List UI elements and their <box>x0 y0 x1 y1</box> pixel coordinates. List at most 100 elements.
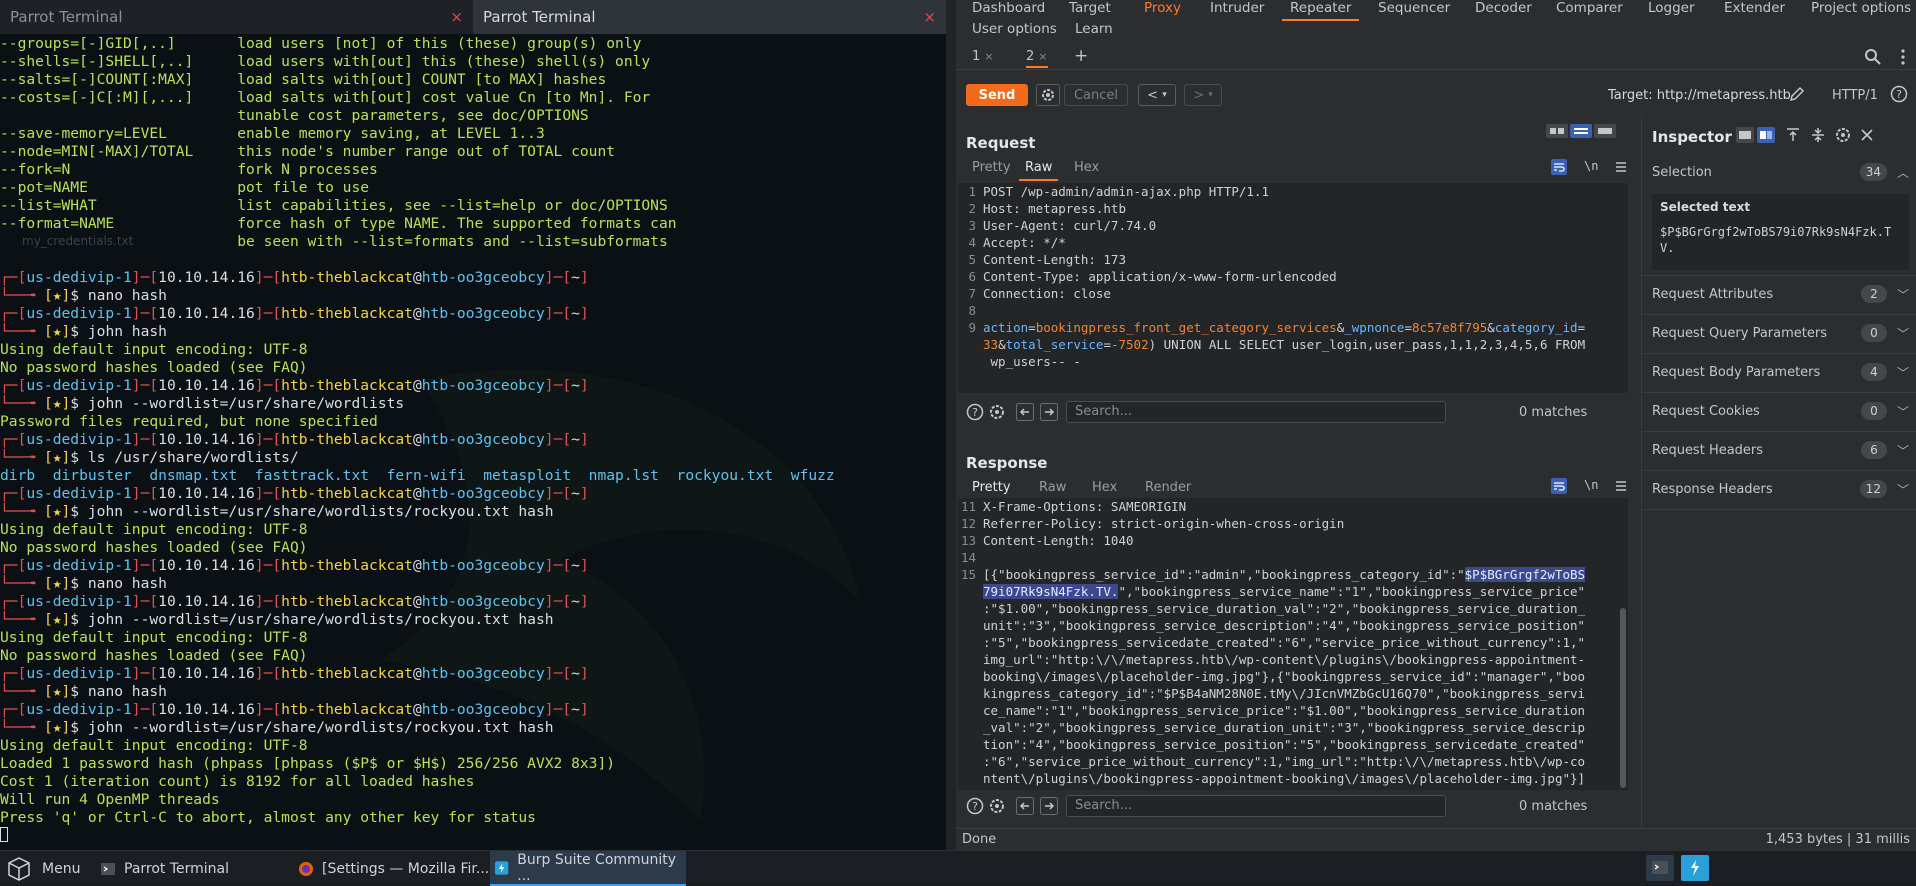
request-panel: Request Pretty Raw Hex \n 1 2 3 4 5 6 7 8 9 POST… <box>956 118 1641 430</box>
layout-view-icon <box>1546 124 1616 138</box>
request-search-input[interactable]: Search... <box>1066 401 1446 423</box>
layout-toggle[interactable] <box>1546 122 1636 140</box>
chevron-down-icon[interactable]: ﹀ <box>1897 364 1909 381</box>
response-tab-hex[interactable]: Hex <box>1092 480 1117 495</box>
tray-terminal-icon[interactable] <box>1646 855 1674 881</box>
gear-icon[interactable] <box>1834 126 1852 144</box>
history-forward-button[interactable]: > ▾ <box>1184 84 1222 106</box>
inspector-request-attributes[interactable]: Request Attributes 2 ﹀ <box>1642 275 1916 314</box>
pane-splitter[interactable] <box>946 0 956 850</box>
status-bar: Done 1,453 bytes | 31 millis <box>956 828 1916 850</box>
tab-intruder[interactable]: Intruder <box>1210 0 1264 16</box>
terminal-text: No password hashes loaded (see FAQ) <box>0 647 308 664</box>
tray-burp-icon[interactable] <box>1681 855 1709 881</box>
collapse-all-icon[interactable] <box>1809 126 1827 144</box>
inspector-request-query-parameters[interactable]: Request Query Parameters 0 ﹀ <box>1642 314 1916 353</box>
terminal-text: htb-theblackcat <box>281 377 413 394</box>
request-tab-raw[interactable]: Raw <box>1018 160 1059 181</box>
search-icon[interactable] <box>1864 48 1882 66</box>
pencil-icon[interactable] <box>1788 85 1806 103</box>
layout-toggle-icon[interactable] <box>1736 126 1776 144</box>
taskbar-item-label: [Settings — Mozilla Fir... <box>322 860 490 877</box>
tab-dashboard[interactable]: Dashboard <box>972 0 1045 16</box>
response-search-input[interactable]: Search... <box>1066 795 1446 817</box>
menu-icon[interactable] <box>1612 158 1630 176</box>
close-icon[interactable]: × <box>984 50 993 63</box>
terminal-tab-1[interactable]: Parrot Terminal × <box>0 0 473 34</box>
tab-decoder[interactable]: Decoder <box>1475 0 1532 16</box>
chevron-up-icon[interactable]: ︿ <box>1897 164 1909 181</box>
tab-proxy[interactable]: Proxy <box>1144 0 1181 16</box>
gear-icon[interactable] <box>988 403 1006 421</box>
tab-logger[interactable]: Logger <box>1648 0 1695 16</box>
send-options-button[interactable] <box>1036 84 1060 106</box>
tab-user-options[interactable]: User options <box>972 21 1057 37</box>
arrow-right-icon[interactable] <box>1040 403 1058 421</box>
chevron-down-icon[interactable]: ﹀ <box>1897 442 1909 459</box>
taskbar-item-burp[interactable]: Burp Suite Community ... <box>490 851 686 886</box>
inspector-request-headers[interactable]: Request Headers 6 ﹀ <box>1642 431 1916 470</box>
response-tab-render[interactable]: Render <box>1145 480 1191 495</box>
taskbar-item-terminal[interactable]: Parrot Terminal <box>96 851 286 886</box>
chevron-down-icon[interactable]: ﹀ <box>1897 481 1909 498</box>
close-icon[interactable]: × <box>450 8 463 26</box>
expand-all-icon[interactable] <box>1784 126 1802 144</box>
request-editor[interactable]: 1 2 3 4 5 6 7 8 9 POST /wp-admin/admin-ajax.php … <box>958 183 1628 393</box>
more-vertical-icon[interactable] <box>1894 48 1912 66</box>
help-icon[interactable]: ? <box>966 403 984 421</box>
inspector-response-headers[interactable]: Response Headers 12 ﹀ <box>1642 470 1916 509</box>
close-icon[interactable] <box>1858 126 1876 144</box>
selected-text-value[interactable]: $P$BGrGrgf2wToBS79i07Rk9sN4Fzk.TV. <box>1660 224 1900 256</box>
send-button[interactable]: Send <box>966 84 1028 106</box>
response-tab-pretty[interactable]: Pretty <box>966 480 1017 501</box>
arrow-right-icon[interactable] <box>1040 797 1058 815</box>
cancel-button[interactable]: Cancel <box>1064 84 1128 106</box>
tab-project-options[interactable]: Project options <box>1811 0 1911 16</box>
help-icon[interactable]: ? <box>966 797 984 815</box>
inspector-request-body-parameters[interactable]: Request Body Parameters 4 ﹀ <box>1642 353 1916 392</box>
repeater-tab-2[interactable]: 2 × <box>1026 49 1048 68</box>
inspector-selection-section[interactable]: Selection 34 ︿ Selected text $P$BGrGrgf2… <box>1642 154 1916 274</box>
help-icon[interactable]: ? <box>1890 85 1908 103</box>
inspector-request-cookies[interactable]: Request Cookies 0 ﹀ <box>1642 392 1916 431</box>
show-newlines-toggle[interactable]: \n <box>1584 159 1598 173</box>
terminal-tab-2[interactable]: Parrot Terminal × <box>473 0 946 34</box>
taskbar-item-firefox[interactable]: [Settings — Mozilla Fir... <box>294 851 490 886</box>
line-number: 15 <box>960 567 976 582</box>
response-scrollbar[interactable] <box>1620 608 1626 788</box>
request-body-text[interactable]: POST /wp-admin/admin-ajax.php HTTP/1.1 Ho… <box>983 183 1614 370</box>
show-newlines-toggle[interactable]: \n <box>1584 478 1598 492</box>
terminal-output[interactable]: --groups=[-]GID[,..] load users [not] of… <box>0 34 946 850</box>
tab-comparer[interactable]: Comparer <box>1556 0 1623 16</box>
tab-extender[interactable]: Extender <box>1724 0 1785 16</box>
response-body-text[interactable]: X-Frame-Options: SAMEORIGIN Referrer-Poli… <box>983 498 1614 787</box>
add-tab-icon[interactable]: + <box>1074 46 1088 66</box>
gear-icon[interactable] <box>988 797 1006 815</box>
repeater-tab-1[interactable]: 1 × <box>972 49 994 64</box>
chevron-down-icon[interactable]: ﹀ <box>1897 325 1909 342</box>
close-icon[interactable]: × <box>923 8 936 26</box>
tab-target[interactable]: Target <box>1069 0 1111 16</box>
tab-repeater[interactable]: Repeater <box>1281 0 1360 21</box>
terminal-line: └──╼ [★]$ ls /usr/share/wordlists/ <box>0 449 946 467</box>
response-editor[interactable]: 11 12 13 14 15 X-Frame-Options: SAMEORIGIN Re… <box>958 498 1628 790</box>
wrap-lines-icon[interactable] <box>1550 158 1568 176</box>
code-line: unit":"3","bookingpress_service_descript… <box>983 617 1614 634</box>
start-menu-button[interactable]: Menu <box>0 851 96 886</box>
arrow-left-icon[interactable] <box>1016 797 1034 815</box>
wrap-lines-icon[interactable] <box>1550 477 1568 495</box>
request-tab-hex[interactable]: Hex <box>1074 160 1099 175</box>
menu-icon[interactable] <box>1612 477 1630 495</box>
chevron-down-icon[interactable]: ﹀ <box>1897 286 1909 303</box>
request-tab-pretty[interactable]: Pretty <box>972 160 1011 175</box>
terminal-text: --groups=[-]GID[,..] load users [not] of… <box>0 35 642 52</box>
arrow-left-icon[interactable] <box>1016 403 1034 421</box>
http-version-label[interactable]: HTTP/1 <box>1832 88 1878 103</box>
close-icon[interactable]: × <box>1038 50 1047 63</box>
history-back-button[interactable]: < ▾ <box>1138 84 1176 106</box>
response-tab-raw[interactable]: Raw <box>1039 480 1066 495</box>
tab-sequencer[interactable]: Sequencer <box>1378 0 1450 16</box>
tab-learn[interactable]: Learn <box>1075 21 1113 37</box>
chevron-down-icon[interactable]: ﹀ <box>1897 403 1909 420</box>
